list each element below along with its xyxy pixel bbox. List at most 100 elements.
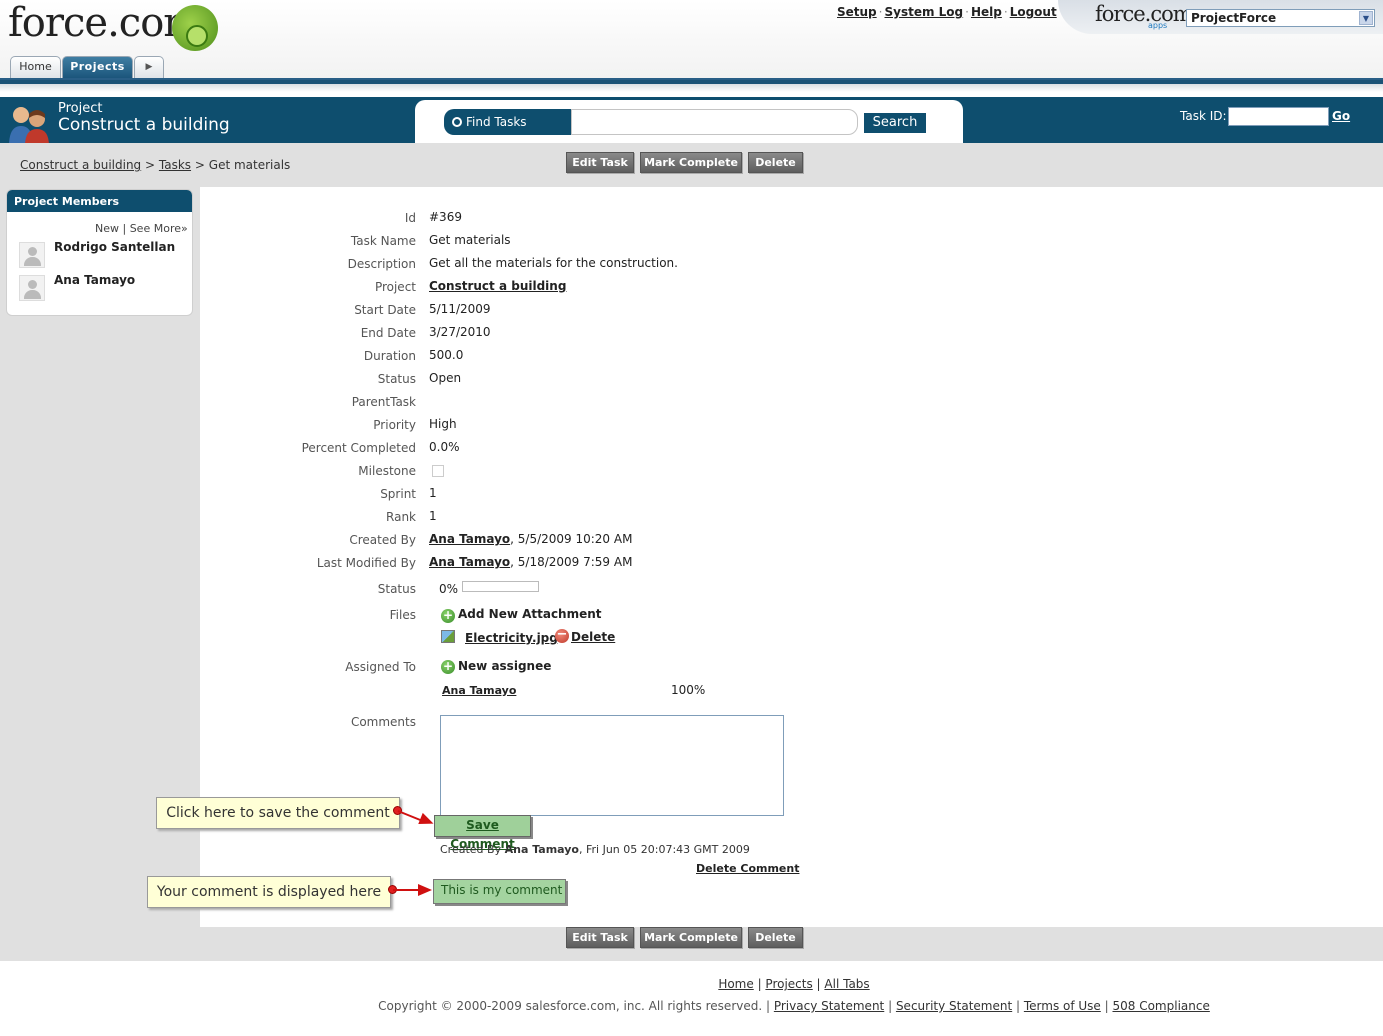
tab-home[interactable]: Home [10,56,61,78]
created-by-user-link[interactable]: Ana Tamayo [429,532,510,546]
separator: · [965,5,969,19]
edit-task-button[interactable]: Edit Task [566,152,634,173]
save-comment-button[interactable]: Save Comment [434,815,531,851]
task-id-input[interactable] [1228,107,1329,126]
description-label: Description [347,257,416,271]
start-date-label: Start Date [354,303,416,317]
search-button[interactable]: Search [864,113,926,133]
project-link[interactable]: Construct a building [429,279,566,293]
duration-value: 500.0 [429,348,464,362]
task-id-label: Task ID: [1180,109,1227,123]
callout-arrow [418,884,432,896]
privacy-link[interactable]: Privacy Statement [774,999,884,1013]
comment-meta-date: , Fri Jun 05 20:07:43 GMT 2009 [578,843,750,856]
breadcrumb-project-link[interactable]: Construct a building [20,158,141,172]
setup-link[interactable]: Setup [837,5,877,19]
parent-task-label: ParentTask [351,395,416,409]
compliance-link[interactable]: 508 Compliance [1112,999,1209,1013]
system-log-link[interactable]: System Log [884,5,963,19]
delete-file-link[interactable]: Delete [571,630,615,644]
percent-completed-label: Percent Completed [301,441,416,455]
comment-text: This is my comment [433,879,566,904]
project-label-field: Project [374,280,416,294]
created-by-date: , 5/5/2009 10:20 AM [510,532,633,546]
delete-comment-link[interactable]: Delete Comment [696,862,799,875]
breadcrumb: Construct a building > Tasks > Get mater… [20,158,290,172]
last-modified-by-value: Ana Tamayo, 5/18/2009 7:59 AM [429,555,632,569]
comment-meta: Created By Ana Tamayo, Fri Jun 05 20:07:… [440,843,750,856]
new-assignee-link[interactable]: New assignee [458,659,551,673]
assigned-to-label: Assigned To [345,660,416,674]
new-member-link[interactable]: New [95,222,119,235]
app-selector-value: ProjectForce [1191,11,1277,25]
frog-mascot-icon [172,5,218,51]
comment-textarea[interactable] [440,715,784,816]
delete-button-bottom[interactable]: Delete [748,927,803,948]
help-link[interactable]: Help [971,5,1002,19]
add-icon[interactable]: + [441,660,455,674]
breadcrumb-tasks-link[interactable]: Tasks [159,158,191,172]
footer-all-tabs-link[interactable]: All Tabs [824,977,869,991]
see-more-link[interactable]: See More» [130,222,188,235]
apps-logo: force.com [1095,2,1193,26]
edit-task-button-bottom[interactable]: Edit Task [566,927,634,948]
milestone-label: Milestone [358,464,416,478]
footer-projects-link[interactable]: Projects [765,977,812,991]
created-by-value: Ana Tamayo, 5/5/2009 10:20 AM [429,532,632,546]
go-link[interactable]: Go [1332,109,1350,123]
app-selector[interactable]: ProjectForce ▼ [1186,9,1375,27]
progress-bar [462,581,539,592]
id-value: #369 [429,210,462,224]
footer-copyright: Copyright © 2000-2009 salesforce.com, in… [378,999,1210,1013]
logout-link[interactable]: Logout [1010,5,1057,19]
top-links: Setup · System Log · Help · Logout [837,5,1057,19]
breadcrumb-separator: > [194,158,205,172]
add-attachment-link[interactable]: Add New Attachment [458,607,602,621]
end-date-value: 3/27/2010 [429,325,491,339]
progress-value: 0% [439,582,459,596]
comment-displayed-callout: Your comment is displayed here [147,876,391,908]
add-icon[interactable]: + [441,609,455,623]
tab-more-arrow-icon[interactable]: ▶ [134,56,164,78]
project-title: Construct a building [58,115,230,135]
percent-completed-value: 0.0% [429,440,460,454]
member-name[interactable]: Rodrigo Santellan [54,240,175,254]
delete-button[interactable]: Delete [748,152,803,173]
footer-home-link[interactable]: Home [718,977,753,991]
last-modified-user-link[interactable]: Ana Tamayo [429,555,510,569]
assignee-link[interactable]: Ana Tamayo [442,684,516,697]
project-members-box: Project Members New | See More» Rodrigo … [6,189,193,316]
comment-meta-user: Ana Tamayo [504,843,579,856]
header-shadow [0,84,1383,92]
assignee-percent: 100% [671,683,706,697]
copyright-text: Copyright © 2000-2009 salesforce.com, in… [378,999,763,1013]
find-tasks-label: Find Tasks [444,109,571,135]
top-header: force.com Setup · System Log · Help · Logout f… [0,0,1383,78]
id-label: Id [404,211,416,225]
security-link[interactable]: Security Statement [896,999,1012,1013]
chevron-down-icon[interactable]: ▼ [1359,11,1373,25]
sprint-value: 1 [429,486,437,500]
avatar-icon [19,275,45,301]
start-date-value: 5/11/2009 [429,302,491,316]
end-date-label: End Date [360,326,416,340]
duration-label: Duration [363,349,416,363]
member-name[interactable]: Ana Tamayo [54,273,135,287]
mark-complete-button[interactable]: Mark Complete [640,152,742,173]
status-label: Status [377,372,416,386]
search-input[interactable] [571,109,858,135]
file-link[interactable]: Electricity.jpg [465,631,558,645]
tab-projects[interactable]: Projects [62,56,133,78]
last-modified-by-label: Last Modified By [316,556,416,570]
terms-link[interactable]: Terms of Use [1024,999,1101,1013]
task-name-label: Task Name [350,234,416,248]
created-by-label: Created By [349,533,416,547]
comment-meta-prefix: Created By [440,843,505,856]
avatar-icon [19,242,45,268]
comments-label: Comments [350,715,416,729]
separator: | [122,222,130,235]
priority-value: High [429,417,457,431]
mark-complete-button-bottom[interactable]: Mark Complete [640,927,742,948]
delete-icon[interactable]: − [555,628,569,643]
milestone-checkbox [432,465,444,477]
